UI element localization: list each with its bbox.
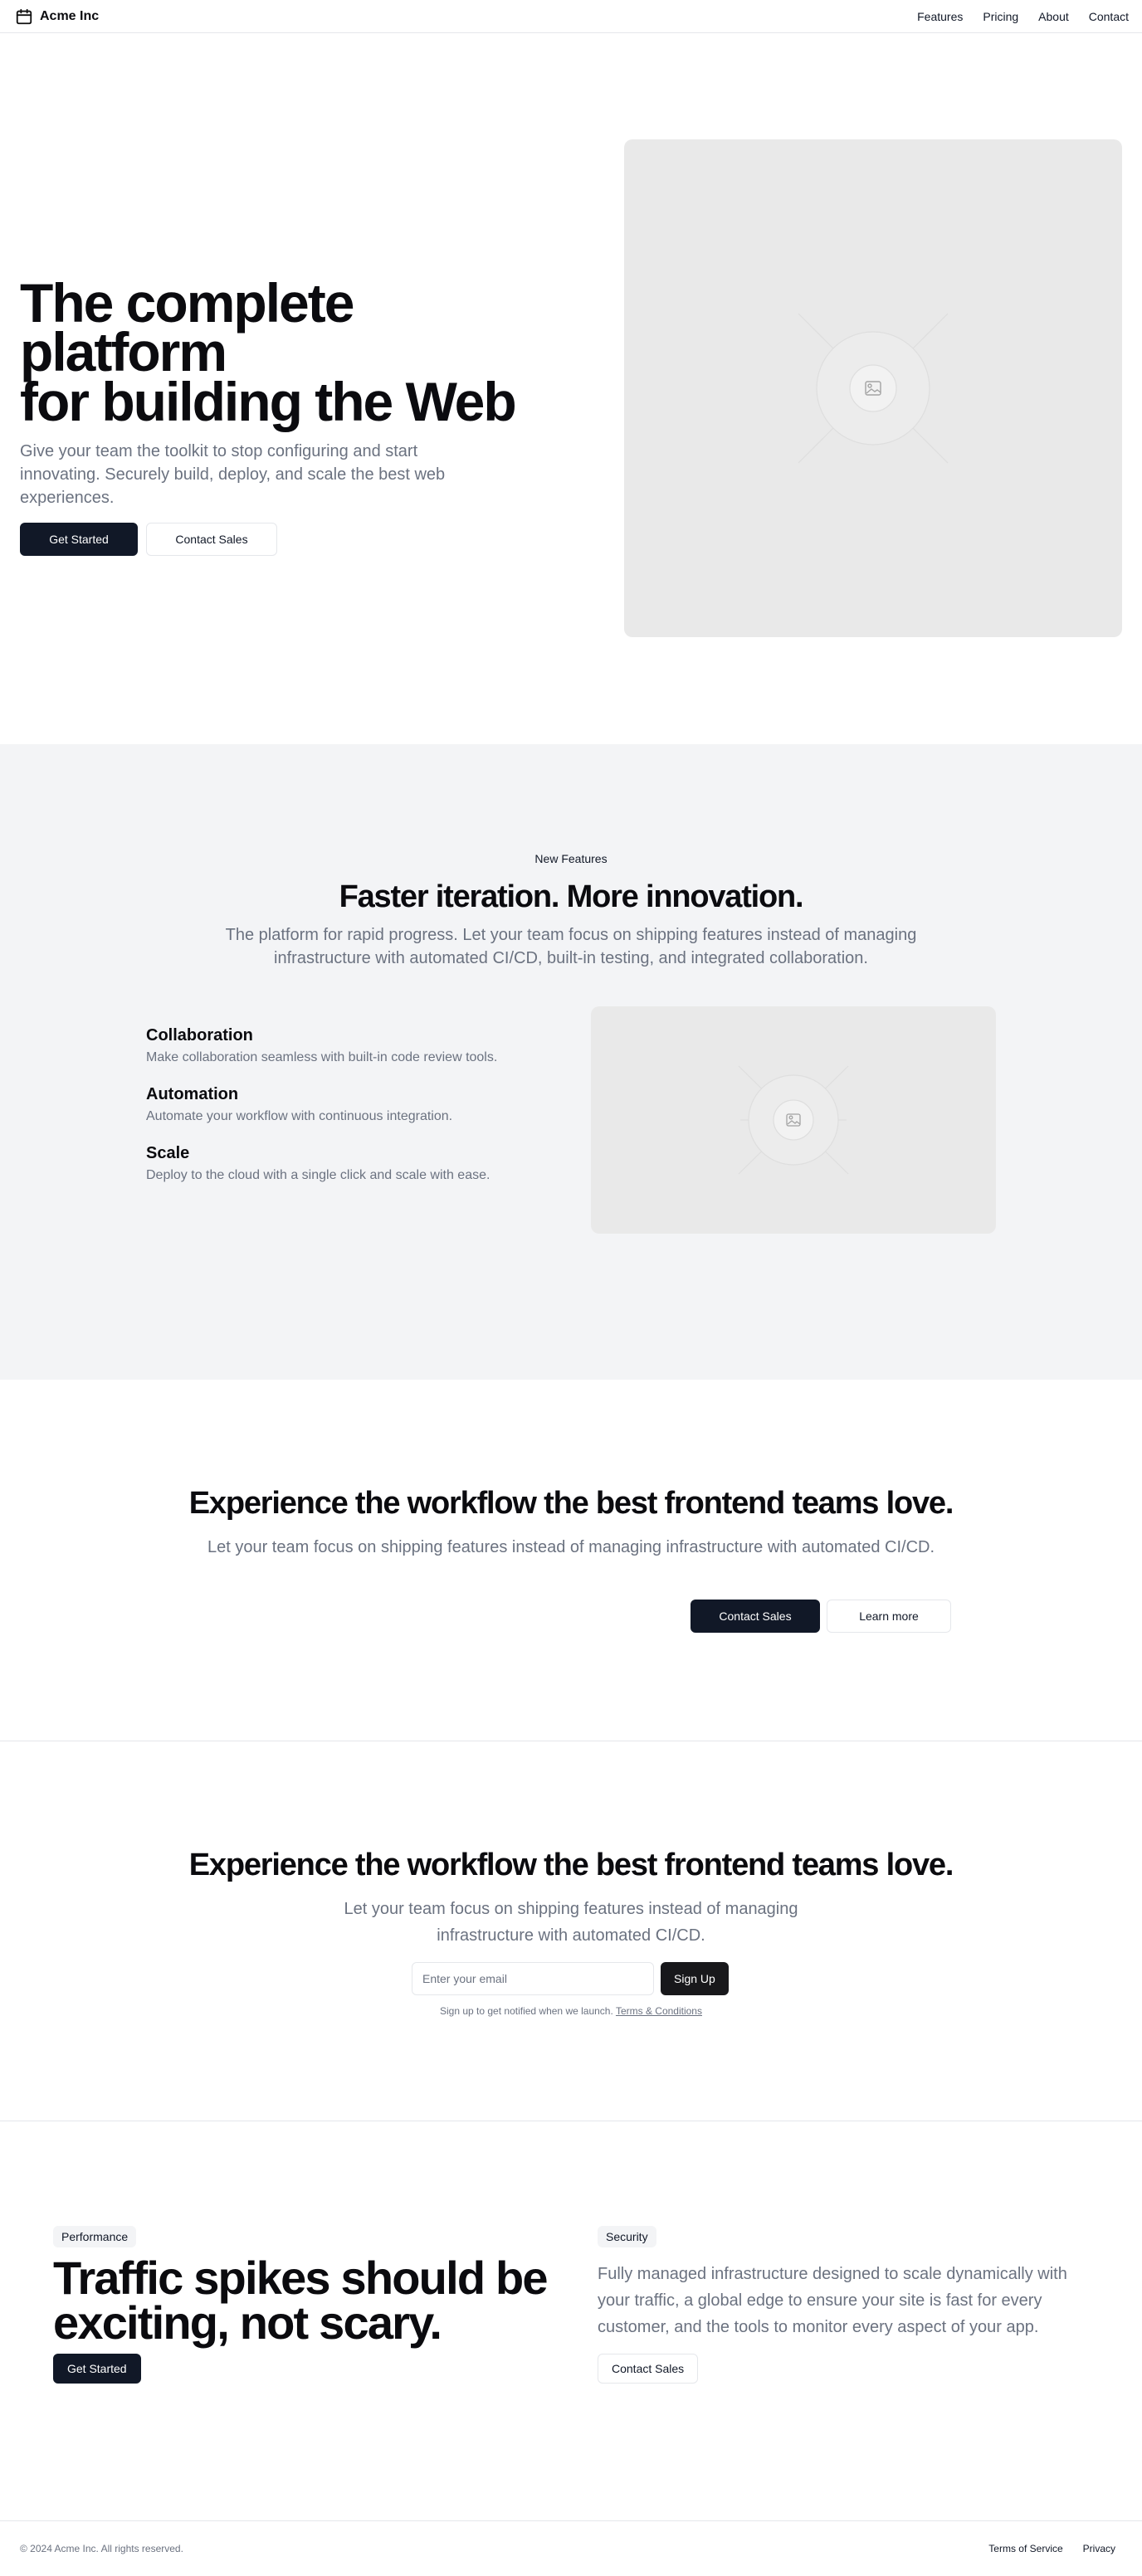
cta-subtitle: Let your team focus on shipping features…	[207, 1538, 935, 1556]
hero-section: The complete platform for building the W…	[0, 33, 1142, 744]
performance-badge: Performance	[53, 2226, 137, 2247]
signup-note: Sign up to get notified when we launch. …	[0, 2005, 1142, 2017]
features-title: Faster iteration. More innovation.	[339, 879, 804, 914]
image-placeholder-icon	[738, 1065, 849, 1175]
feature-item-automation: Automation Automate your workflow with c…	[146, 1085, 544, 1124]
hero-title: The complete platform for building the W…	[20, 275, 551, 429]
features-section: New Features Faster iteration. More inno…	[0, 744, 1142, 1380]
cta-buttons: Contact Sales Learn more	[691, 1600, 951, 1633]
image-placeholder-icon	[798, 313, 949, 464]
sign-up-button[interactable]: Sign Up	[661, 1962, 729, 1995]
hero-content: The complete platform for building the W…	[20, 275, 551, 557]
nav-link-features[interactable]: Features	[917, 10, 963, 23]
hero-title-line-2: for building the Web	[20, 370, 517, 432]
features-eyebrow: New Features	[534, 852, 608, 865]
feature-title: Collaboration	[146, 1026, 253, 1045]
get-started-button[interactable]: Get Started	[20, 523, 138, 557]
hero-buttons: Get Started Contact Sales	[20, 523, 551, 557]
feature-title: Scale	[146, 1144, 190, 1162]
features-image-placeholder	[591, 1006, 996, 1234]
signup-note-text: Sign up to get notified when we launch.	[440, 2005, 613, 2017]
feature-description: Deploy to the cloud with a single click …	[146, 1168, 490, 1182]
feature-title: Automation	[146, 1085, 239, 1103]
hero-subtitle: Give your team the toolkit to stop confi…	[20, 442, 446, 508]
security-column: Security Fully managed infrastructure de…	[598, 2226, 1096, 2384]
feature-description: Automate your workflow with continuous i…	[146, 1109, 453, 1123]
logo-icon	[16, 8, 32, 24]
feature-description: Make collaboration seamless with built-i…	[146, 1050, 498, 1064]
nav-link-about[interactable]: About	[1038, 10, 1069, 23]
contact-sales-button[interactable]: Contact Sales	[691, 1600, 820, 1633]
email-input[interactable]	[412, 1962, 654, 1995]
footer-nav: Terms of Service Privacy	[988, 2543, 1115, 2554]
learn-more-button[interactable]: Learn more	[827, 1600, 951, 1633]
terms-of-service-link[interactable]: Terms of Service	[988, 2543, 1062, 2554]
hero-title-line-1: The complete platform	[20, 272, 354, 383]
feature-list: Collaboration Make collaboration seamles…	[146, 1026, 544, 1203]
copyright: © 2024 Acme Inc. All rights reserved.	[20, 2543, 183, 2554]
cta-section: Experience the workflow the best fronten…	[0, 1380, 1142, 1741]
terms-link[interactable]: Terms & Conditions	[616, 2005, 702, 2017]
newsletter-subtitle: Let your team focus on shipping features…	[344, 1900, 798, 1945]
main-nav: Features Pricing About Contact	[917, 10, 1129, 23]
signup-form: Sign Up	[412, 1962, 729, 1995]
security-badge: Security	[598, 2226, 656, 2247]
performance-column: Performance Traffic spikes should be exc…	[53, 2226, 568, 2384]
cta-title: Experience the workflow the best fronten…	[188, 1486, 954, 1521]
features-subtitle: The platform for rapid progress. Let you…	[225, 926, 917, 967]
brand-name: Acme Inc	[40, 8, 100, 23]
feature-item-collaboration: Collaboration Make collaboration seamles…	[146, 1026, 544, 1065]
nav-link-pricing[interactable]: Pricing	[983, 10, 1018, 23]
performance-title: Traffic spikes should be exciting, not s…	[53, 2252, 549, 2349]
contact-sales-button[interactable]: Contact Sales	[146, 523, 277, 557]
nav-link-contact[interactable]: Contact	[1089, 10, 1129, 23]
hero-image-placeholder	[624, 139, 1122, 637]
site-header: Acme Inc Features Pricing About Contact	[0, 0, 1142, 33]
security-text: Fully managed infrastructure designed to…	[598, 2265, 1067, 2336]
newsletter-section: Experience the workflow the best fronten…	[0, 1741, 1142, 2121]
contact-sales-button[interactable]: Contact Sales	[598, 2354, 699, 2384]
feature-item-scale: Scale Deploy to the cloud with a single …	[146, 1144, 544, 1183]
privacy-link[interactable]: Privacy	[1083, 2543, 1115, 2554]
brand[interactable]: Acme Inc	[15, 7, 99, 26]
get-started-button[interactable]: Get Started	[53, 2354, 141, 2384]
newsletter-title: Experience the workflow the best fronten…	[188, 1848, 954, 1882]
site-footer: © 2024 Acme Inc. All rights reserved. Te…	[0, 2521, 1142, 2576]
performance-section: Performance Traffic spikes should be exc…	[0, 2121, 1142, 2521]
